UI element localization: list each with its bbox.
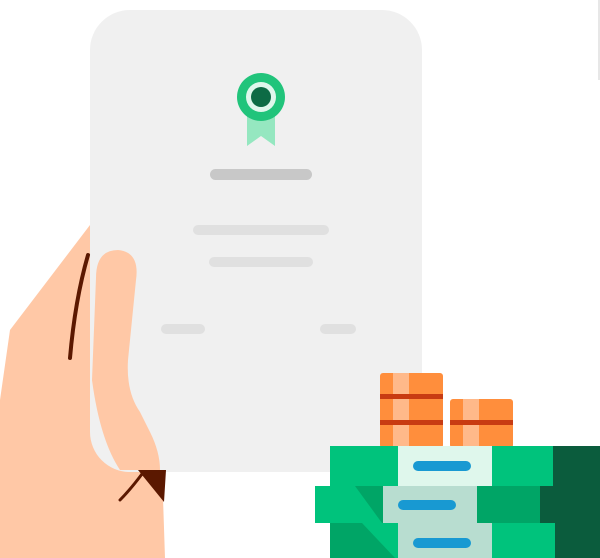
coin-stack-icon bbox=[450, 399, 513, 448]
banknote-stack-icon bbox=[315, 446, 600, 558]
certificate-money-illustration bbox=[0, 10, 600, 558]
signature-placeholder-right bbox=[320, 324, 356, 334]
certificate-document-icon bbox=[90, 10, 422, 472]
text-line-placeholder bbox=[209, 257, 313, 267]
title-placeholder bbox=[210, 169, 312, 180]
coin-stack-icon bbox=[380, 373, 443, 448]
text-line-placeholder bbox=[193, 225, 329, 235]
signature-placeholder-left bbox=[161, 324, 205, 334]
